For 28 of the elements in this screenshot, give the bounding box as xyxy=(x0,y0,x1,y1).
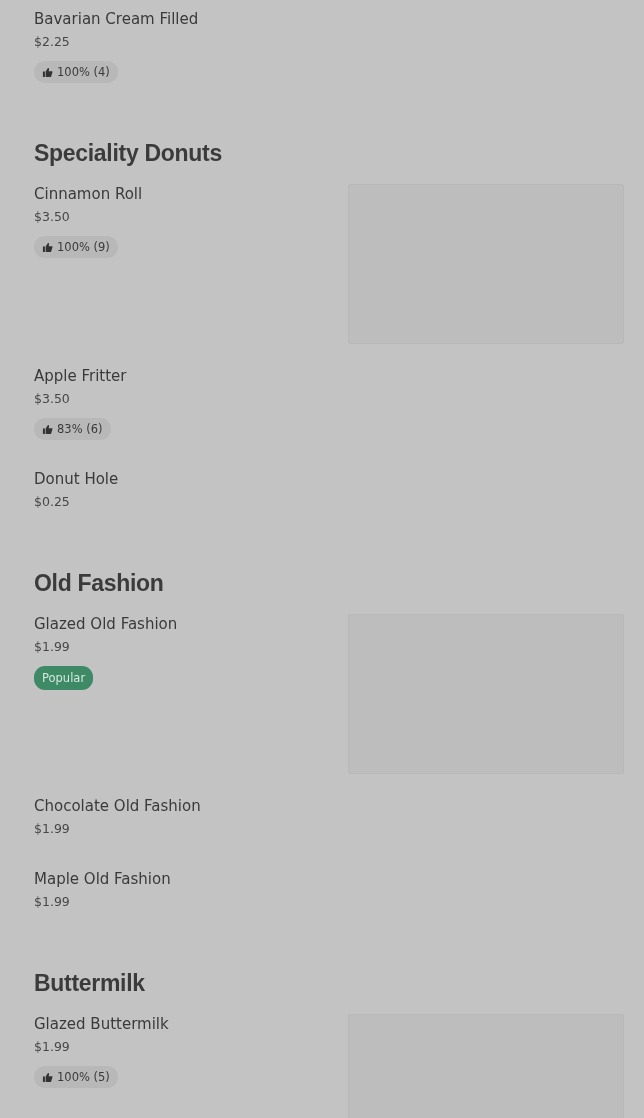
item-name[interactable]: Maple Old Fashion xyxy=(34,867,171,891)
thumbs-up-icon xyxy=(42,423,53,435)
thumbs-up-icon xyxy=(42,241,53,253)
section-heading: Buttermilk xyxy=(34,969,146,998)
item-name[interactable]: Bavarian Cream Filled xyxy=(34,7,199,31)
item-price: $3.50 xyxy=(34,208,70,226)
section-heading: Old Fashion xyxy=(34,569,165,598)
item-name[interactable]: Glazed Buttermilk xyxy=(34,1012,169,1036)
item-price: $1.99 xyxy=(34,820,70,838)
rating-text: 100% (4) xyxy=(57,65,110,79)
item-name[interactable]: Cinnamon Roll xyxy=(34,182,143,206)
rating-text: 83% (6) xyxy=(57,422,103,436)
item-price: $1.99 xyxy=(34,638,70,656)
item-name[interactable]: Chocolate Old Fashion xyxy=(34,794,201,818)
item-price: $2.25 xyxy=(34,33,70,51)
thumbs-up-icon xyxy=(42,1071,53,1083)
item-price: $3.50 xyxy=(34,390,70,408)
section-heading: Speciality Donuts xyxy=(34,139,223,168)
thumbs-up-icon xyxy=(42,66,53,78)
item-name[interactable]: Donut Hole xyxy=(34,467,119,491)
item-price: $1.99 xyxy=(34,1038,70,1056)
popular-badge: Popular xyxy=(34,666,94,690)
item-name[interactable]: Glazed Old Fashion xyxy=(34,612,178,636)
rating-text: 100% (9) xyxy=(57,240,110,254)
item-price: $0.25 xyxy=(34,493,70,511)
item-name[interactable]: Apple Fritter xyxy=(34,364,127,388)
item-price: $1.99 xyxy=(34,893,70,911)
rating-text: 100% (5) xyxy=(57,1070,110,1084)
